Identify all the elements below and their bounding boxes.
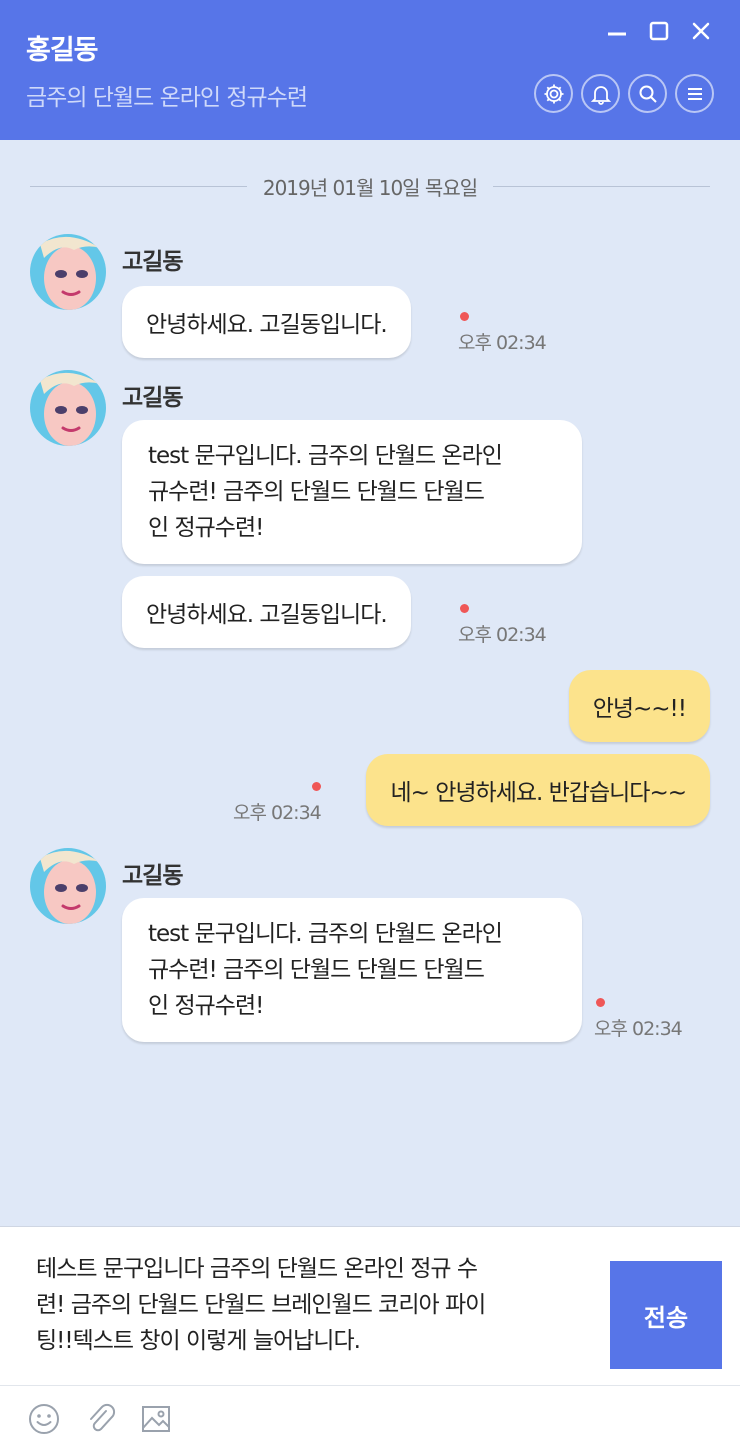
message-time: 오후 02:34 <box>458 624 547 646</box>
message-bubble[interactable]: 안녕하세요. 고길동입니다. <box>122 576 411 648</box>
message-bubble[interactable]: 안녕~~!! <box>568 670 710 742</box>
unread-dot <box>312 782 321 791</box>
menu-icon[interactable] <box>675 74 714 113</box>
chat-header: 홍길동 금주의 단월드 온라인 정규수련 <box>0 0 740 140</box>
bell-icon[interactable] <box>581 74 620 113</box>
message-bubble[interactable]: 안녕하세요. 고길동입니다. <box>122 286 411 358</box>
maximize-icon[interactable] <box>646 18 672 44</box>
message-bubble[interactable]: test 문구입니다. 금주의 단월드 온라인 규수련! 금주의 단월드 단월드… <box>122 420 582 564</box>
sender-name: 고길동 <box>122 385 183 411</box>
message-line: 인 정규수련! <box>148 993 264 1019</box>
message-time: 오후 02:34 <box>458 332 547 354</box>
unread-dot <box>596 998 605 1007</box>
composer-toolbar <box>0 1385 740 1450</box>
input-line: 련! 금주의 단월드 단월드 브레인월드 코리아 파이 <box>36 1292 486 1318</box>
avatar[interactable] <box>30 848 106 924</box>
input-line: 테스트 문구입니다 금주의 단월드 온라인 정규 수 <box>36 1256 478 1282</box>
message-time: 오후 02:34 <box>233 802 322 824</box>
message-line: test 문구입니다. 금주의 단월드 온라인 <box>148 443 503 469</box>
header-actions <box>534 74 714 113</box>
date-label: 2019년 01월 10일 목요일 <box>262 176 478 200</box>
message-bubble[interactable]: test 문구입니다. 금주의 단월드 온라인 규수련! 금주의 단월드 단월드… <box>122 898 582 1042</box>
close-icon[interactable] <box>688 18 714 44</box>
message-line: test 문구입니다. 금주의 단월드 온라인 <box>148 921 503 947</box>
message-bubble[interactable]: 네~ 안녕하세요. 반갑습니다~~ <box>366 754 710 826</box>
chat-title: 홍길동 <box>26 35 99 66</box>
message-line: 인 정규수련! <box>148 515 264 541</box>
minimize-icon[interactable] <box>604 18 630 44</box>
gear-icon[interactable] <box>534 74 573 113</box>
chat-subtitle: 금주의 단월드 온라인 정규수련 <box>26 85 308 111</box>
sender-name: 고길동 <box>122 863 183 889</box>
message-line: 규수련! 금주의 단월드 단월드 단월드 <box>148 479 485 505</box>
unread-dot <box>460 312 469 321</box>
window-controls <box>604 18 714 44</box>
date-separator: 2019년 01월 10일 목요일 <box>30 172 710 201</box>
message-line: 규수련! 금주의 단월드 단월드 단월드 <box>148 957 485 983</box>
search-icon[interactable] <box>628 74 667 113</box>
avatar[interactable] <box>30 234 106 310</box>
image-icon[interactable] <box>139 1402 173 1436</box>
message-time: 오후 02:34 <box>594 1018 683 1040</box>
avatar[interactable] <box>30 370 106 446</box>
send-button[interactable]: 전송 <box>610 1261 722 1369</box>
attachment-icon[interactable] <box>84 1402 118 1436</box>
message-input[interactable]: 테스트 문구입니다 금주의 단월드 온라인 정규 수 련! 금주의 단월드 단월… <box>36 1251 584 1359</box>
sender-name: 고길동 <box>122 249 183 275</box>
unread-dot <box>460 604 469 613</box>
input-line: 팅!!텍스트 창이 이렇게 늘어납니다. <box>36 1328 361 1354</box>
message-composer: 테스트 문구입니다 금주의 단월드 온라인 정규 수 련! 금주의 단월드 단월… <box>0 1226 740 1450</box>
emoji-icon[interactable] <box>27 1402 61 1436</box>
